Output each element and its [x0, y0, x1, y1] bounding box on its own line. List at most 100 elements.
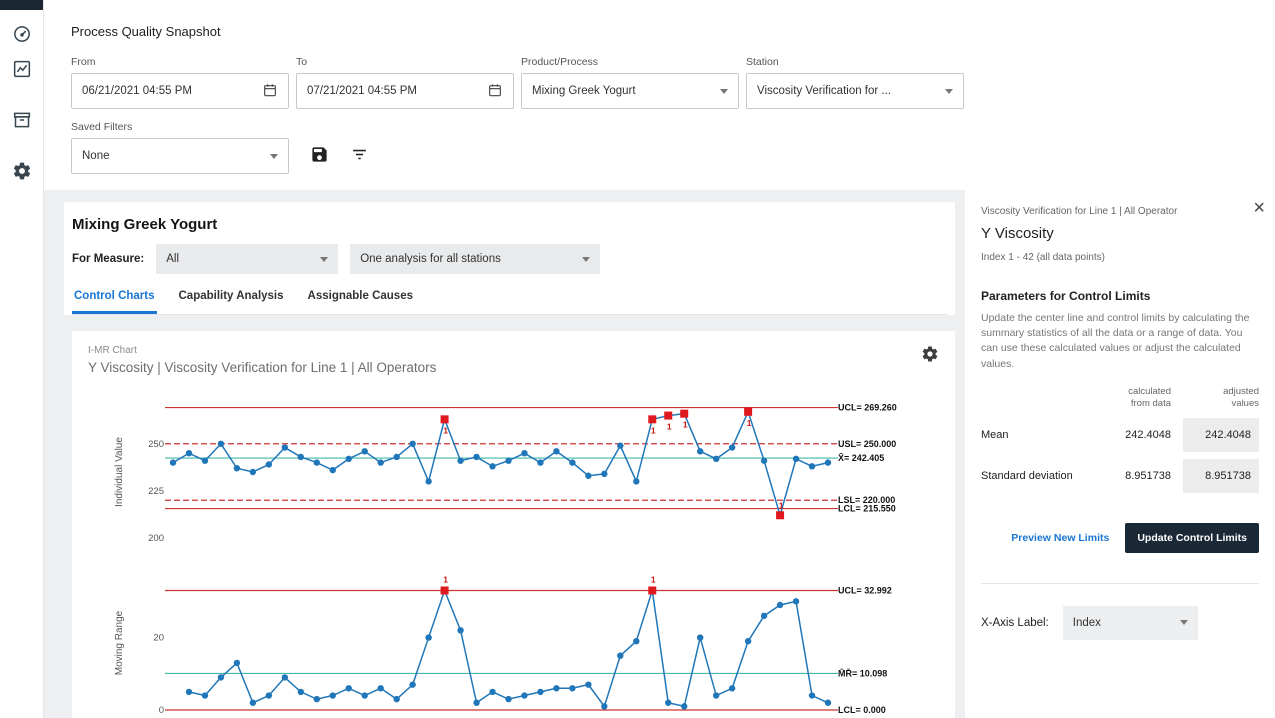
content-area: Process Quality Snapshot From 06/21/2021… — [44, 0, 1275, 718]
svg-text:1: 1 — [651, 574, 656, 584]
parameters-section-title: Parameters for Control Limits — [981, 289, 1259, 303]
save-icon — [310, 145, 329, 167]
process-title: Mixing Greek Yogurt — [72, 216, 947, 233]
xaxis-select[interactable]: Index — [1063, 606, 1198, 640]
mean-adjusted-input[interactable]: 242.4048 — [1183, 418, 1259, 452]
svg-text:1: 1 — [747, 418, 752, 428]
chart-settings-button[interactable] — [921, 345, 939, 366]
chart-type-label: I-MR Chart — [88, 345, 436, 356]
detail-panel: × Viscosity Verification for Line 1 | Al… — [965, 190, 1275, 718]
stddev-label: Standard deviation — [981, 470, 1087, 482]
product-select[interactable]: Mixing Greek Yogurt — [521, 73, 739, 109]
measure-row: For Measure: All One analysis for all st… — [72, 244, 947, 274]
chevron-down-icon — [582, 257, 590, 262]
index-range-note: Index 1 - 42 (all data points) — [981, 252, 1259, 263]
saved-filters-select[interactable]: None — [71, 138, 289, 174]
svg-text:20: 20 — [153, 633, 164, 644]
parameters-description: Update the center line and control limit… — [981, 311, 1259, 372]
body-row: Mixing Greek Yogurt For Measure: All One… — [44, 190, 1275, 718]
station-select-value: Viscosity Verification for ... — [757, 85, 891, 97]
from-datetime-value: 06/21/2021 04:55 PM — [82, 85, 192, 97]
tab-capability-analysis[interactable]: Capability Analysis — [177, 280, 286, 314]
product-select-value: Mixing Greek Yogurt — [532, 85, 636, 97]
svg-text:M̄R̄= 10.098: M̄R̄= 10.098 — [838, 668, 887, 678]
analytics-chart-icon — [12, 59, 32, 84]
to-datetime-value: 07/21/2021 04:55 PM — [307, 85, 417, 97]
svg-text:1: 1 — [779, 500, 784, 510]
individuals-chart-svg[interactable]: UCL= 269.260USL= 250.000X̄= 242.405LSL= … — [88, 383, 937, 563]
app-logo-block — [0, 0, 43, 10]
chevron-down-icon — [270, 154, 278, 159]
nav-analytics[interactable] — [0, 59, 43, 83]
from-label: From — [71, 56, 289, 68]
panel-context: Viscosity Verification for Line 1 | All … — [981, 206, 1259, 217]
tab-bar: Control Charts Capability Analysis Assig… — [72, 280, 947, 315]
measure-select[interactable]: All — [156, 244, 338, 274]
gauge-icon — [12, 24, 32, 49]
filter-button[interactable] — [350, 145, 369, 167]
product-label: Product/Process — [521, 56, 739, 68]
filter-row-1: From 06/21/2021 04:55 PM To 07/21/2021 0… — [71, 56, 1275, 109]
calendar-icon[interactable] — [487, 82, 503, 101]
measure-select-value: All — [166, 253, 179, 265]
svg-text:250: 250 — [148, 439, 164, 450]
svg-text:225: 225 — [148, 486, 164, 497]
stddev-calculated-value: 8.951738 — [1099, 470, 1171, 482]
svg-text:UCL= 32.992: UCL= 32.992 — [838, 586, 892, 596]
chevron-down-icon — [720, 89, 728, 94]
saved-filters-value: None — [82, 150, 110, 162]
svg-text:LCL= 0.000: LCL= 0.000 — [838, 705, 886, 715]
gear-icon — [921, 351, 939, 366]
tab-assignable-causes[interactable]: Assignable Causes — [306, 280, 415, 314]
stddev-adjusted-input[interactable]: 8.951738 — [1183, 459, 1259, 493]
measure-label: For Measure: — [72, 253, 144, 265]
chevron-down-icon — [320, 257, 328, 262]
archive-box-icon — [12, 110, 32, 135]
mean-label: Mean — [981, 429, 1087, 441]
chart-card: I-MR Chart Y Viscosity | Viscosity Verif… — [72, 331, 955, 718]
gear-icon — [12, 161, 32, 186]
calendar-icon[interactable] — [262, 82, 278, 101]
svg-text:LCL= 215.550: LCL= 215.550 — [838, 504, 896, 514]
sidebar — [0, 0, 44, 718]
to-field: To 07/21/2021 04:55 PM — [296, 56, 514, 109]
filter-list-icon — [350, 145, 369, 167]
close-icon[interactable]: × — [1253, 198, 1265, 218]
from-field: From 06/21/2021 04:55 PM — [71, 56, 289, 109]
svg-text:1: 1 — [683, 420, 688, 430]
tab-control-charts[interactable]: Control Charts — [72, 280, 157, 314]
nav-archive[interactable] — [0, 110, 43, 134]
station-label: Station — [746, 56, 964, 68]
parameters-table: calculatedfrom data adjustedvalues Mean … — [981, 386, 1259, 493]
saved-filters-row: None — [71, 138, 1275, 174]
filter-bar: Process Quality Snapshot From 06/21/2021… — [44, 0, 1275, 190]
chevron-down-icon — [945, 89, 953, 94]
to-datetime-input[interactable]: 07/21/2021 04:55 PM — [296, 73, 514, 109]
limits-actions: Preview New Limits Update Control Limits — [981, 523, 1259, 553]
svg-text:0: 0 — [159, 705, 164, 716]
col-header-adjusted: adjustedvalues — [1183, 386, 1259, 411]
saved-filters-label: Saved Filters — [71, 121, 289, 133]
analysis-mode-select[interactable]: One analysis for all stations — [350, 244, 600, 274]
nav-dashboard[interactable] — [0, 24, 43, 48]
page-title: Process Quality Snapshot — [71, 24, 1275, 39]
preview-new-limits-link[interactable]: Preview New Limits — [1011, 532, 1109, 544]
moving-range-chart-svg[interactable]: UCL= 32.992 M̄R̄= 10.098 LCL= 0.000 0 20 Movi… — [88, 568, 937, 718]
chevron-down-icon — [1180, 620, 1188, 625]
svg-text:Moving Range: Moving Range — [114, 610, 125, 675]
svg-text:1: 1 — [667, 422, 672, 432]
svg-text:1: 1 — [443, 425, 448, 435]
panel-divider — [981, 583, 1259, 584]
app-root: Process Quality Snapshot From 06/21/2021… — [0, 0, 1275, 718]
to-label: To — [296, 56, 514, 68]
nav-settings[interactable] — [0, 161, 43, 185]
process-head-card: Mixing Greek Yogurt For Measure: All One… — [64, 202, 955, 315]
mean-calculated-value: 242.4048 — [1099, 429, 1171, 441]
save-filter-button[interactable] — [310, 145, 329, 167]
from-datetime-input[interactable]: 06/21/2021 04:55 PM — [71, 73, 289, 109]
col-header-calculated: calculatedfrom data — [1099, 386, 1171, 411]
update-control-limits-button[interactable]: Update Control Limits — [1125, 523, 1259, 553]
svg-text:USL= 250.000: USL= 250.000 — [838, 439, 896, 449]
svg-text:200: 200 — [148, 533, 164, 544]
station-select[interactable]: Viscosity Verification for ... — [746, 73, 964, 109]
